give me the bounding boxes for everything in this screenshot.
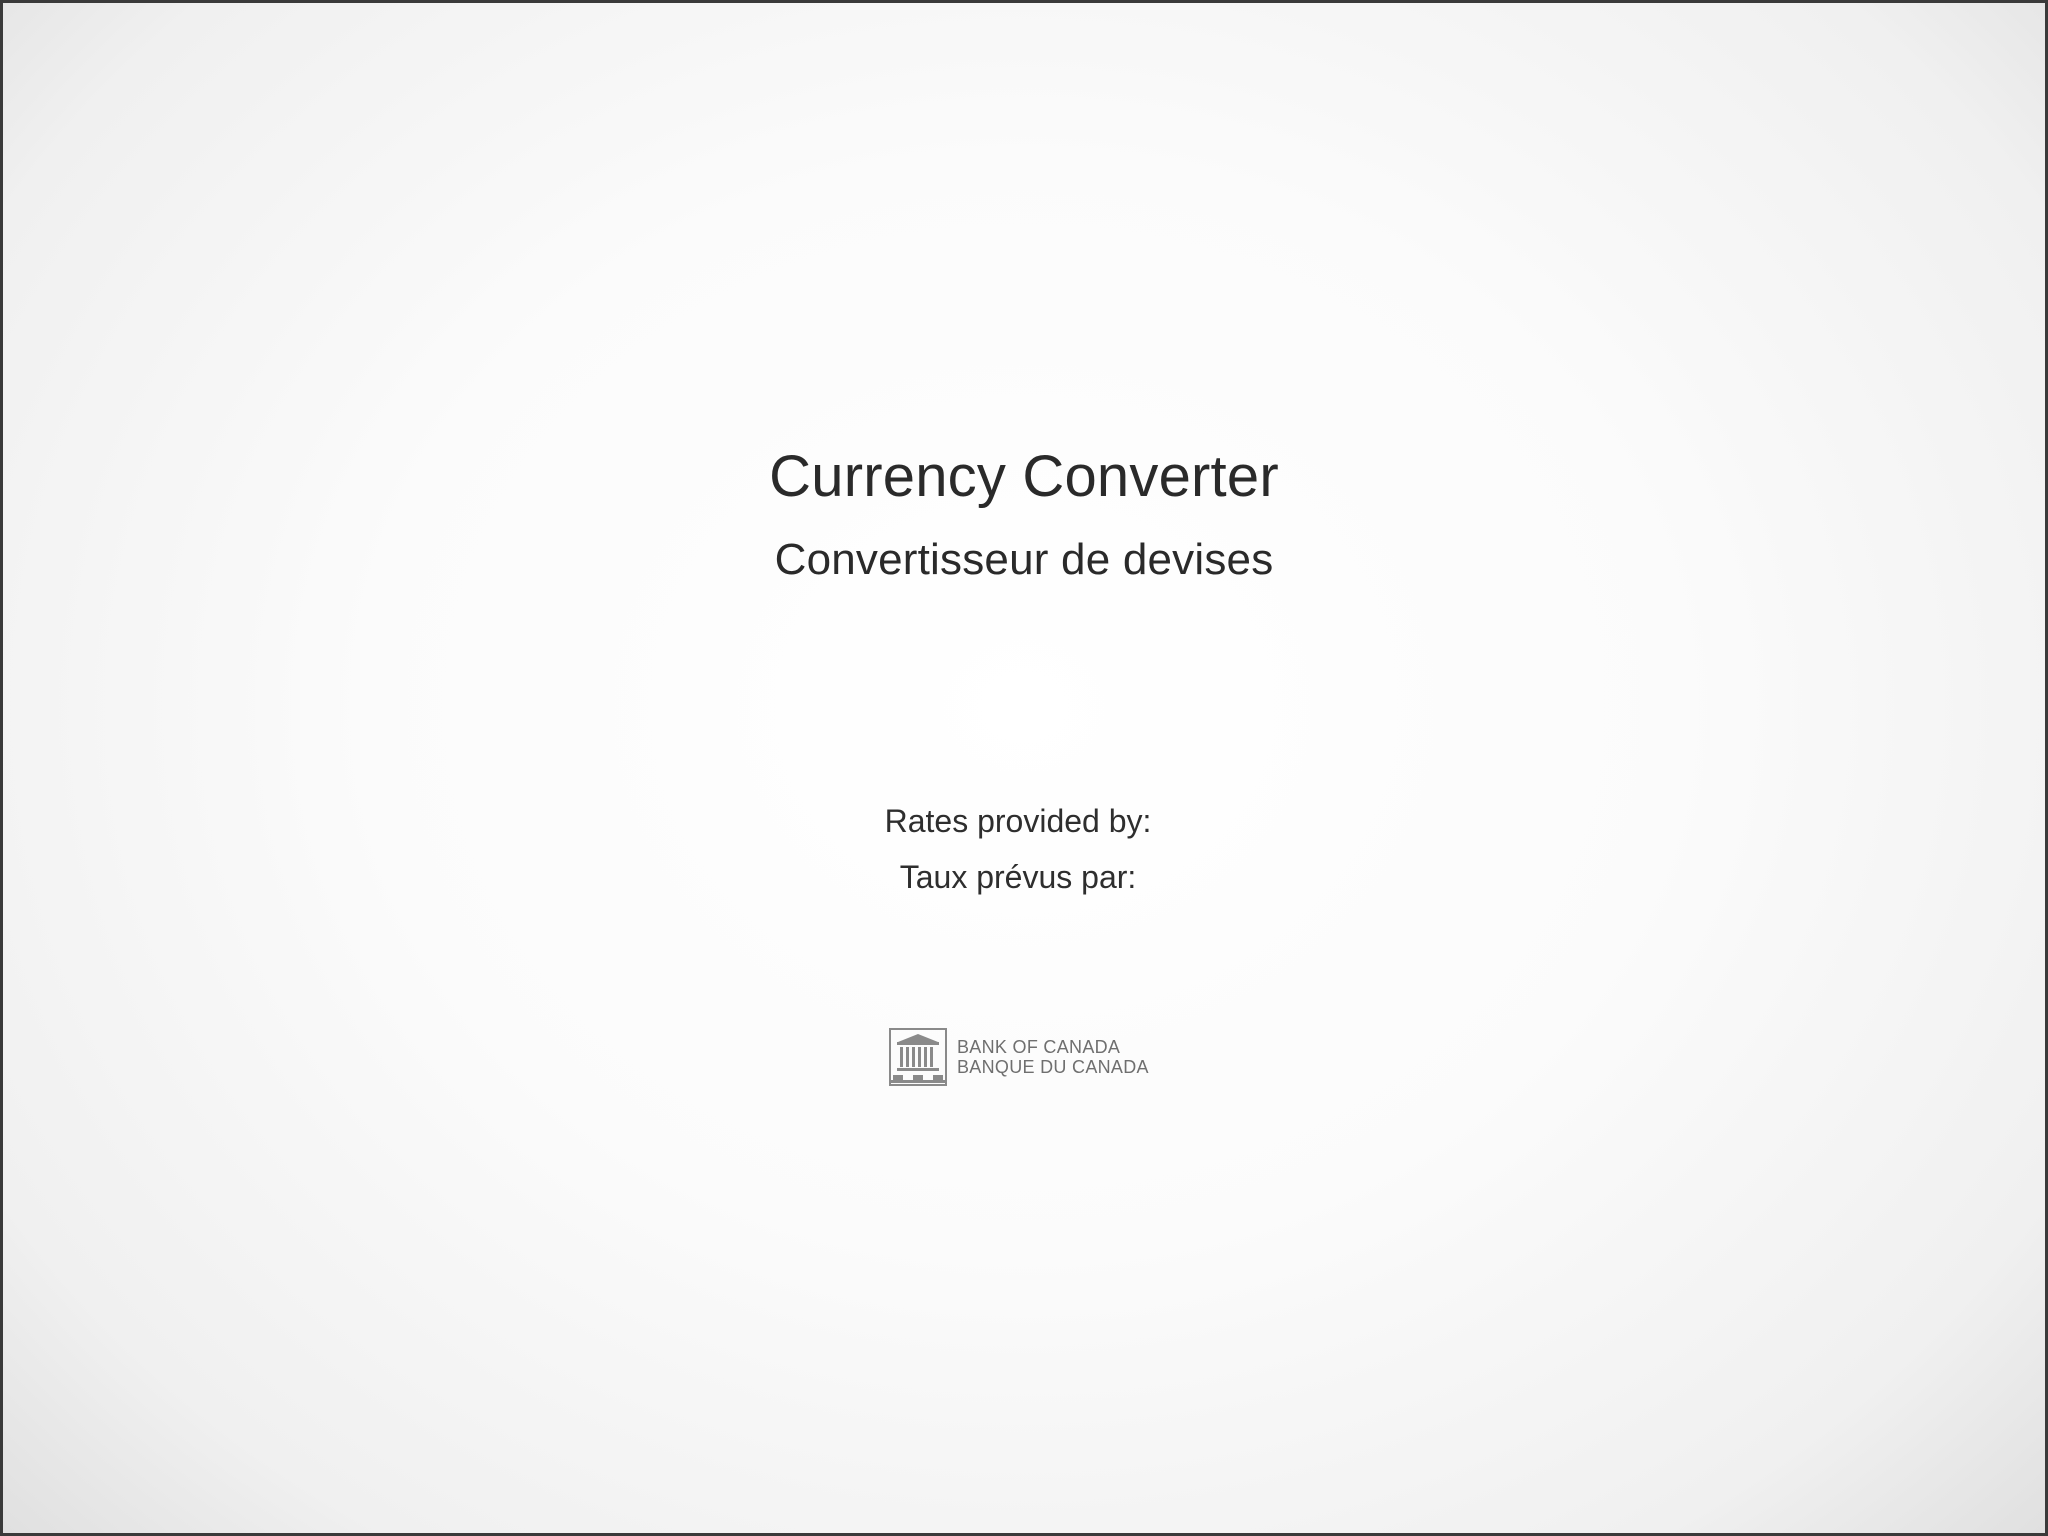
logo-text-en: BANK OF CANADA <box>957 1037 1121 1057</box>
app-subtitle-fr: Convertisseur de devises <box>774 535 1274 584</box>
rates-provider-label-fr: Taux prévus par: <box>899 859 1137 895</box>
splash-screen: Currency Converter Convertisseur de devi… <box>0 0 2048 1536</box>
bank-building-icon <box>889 1028 947 1086</box>
bank-of-canada-logo: BANK OF CANADA BANQUE DU CANADA <box>889 1027 1149 1087</box>
rates-provider-label-en: Rates provided by: <box>884 803 1152 839</box>
app-title: Currency Converter <box>769 444 1279 509</box>
logo-text-fr: BANQUE DU CANADA <box>957 1057 1149 1077</box>
